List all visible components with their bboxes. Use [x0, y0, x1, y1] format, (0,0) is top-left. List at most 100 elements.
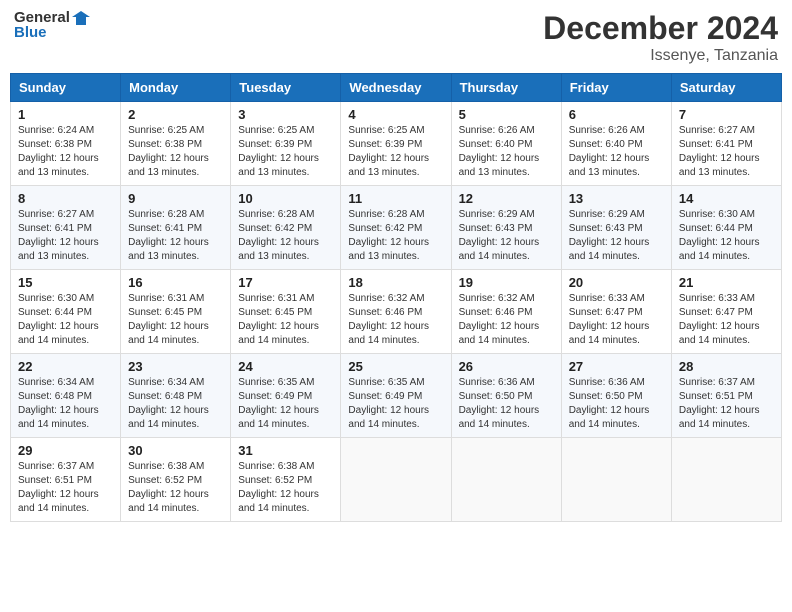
day-number: 21	[679, 275, 774, 290]
day-number: 13	[569, 191, 664, 206]
day-number: 28	[679, 359, 774, 374]
col-saturday: Saturday	[671, 74, 781, 102]
calendar-cell	[341, 438, 451, 522]
day-info: Sunrise: 6:25 AM Sunset: 6:38 PM Dayligh…	[128, 124, 223, 180]
calendar-cell: 17 Sunrise: 6:31 AM Sunset: 6:45 PM Dayl…	[231, 270, 341, 354]
calendar-cell: 10 Sunrise: 6:28 AM Sunset: 6:42 PM Dayl…	[231, 186, 341, 270]
day-number: 22	[18, 359, 113, 374]
day-info: Sunrise: 6:27 AM Sunset: 6:41 PM Dayligh…	[679, 124, 774, 180]
calendar-cell: 19 Sunrise: 6:32 AM Sunset: 6:46 PM Dayl…	[451, 270, 561, 354]
day-number: 14	[679, 191, 774, 206]
day-info: Sunrise: 6:37 AM Sunset: 6:51 PM Dayligh…	[18, 460, 113, 516]
day-number: 6	[569, 107, 664, 122]
day-number: 8	[18, 191, 113, 206]
day-number: 31	[238, 443, 333, 458]
calendar-week-row: 1 Sunrise: 6:24 AM Sunset: 6:38 PM Dayli…	[11, 102, 782, 186]
day-number: 12	[459, 191, 554, 206]
day-number: 30	[128, 443, 223, 458]
day-number: 17	[238, 275, 333, 290]
day-info: Sunrise: 6:37 AM Sunset: 6:51 PM Dayligh…	[679, 376, 774, 432]
calendar-cell: 1 Sunrise: 6:24 AM Sunset: 6:38 PM Dayli…	[11, 102, 121, 186]
calendar-cell: 11 Sunrise: 6:28 AM Sunset: 6:42 PM Dayl…	[341, 186, 451, 270]
calendar-cell: 5 Sunrise: 6:26 AM Sunset: 6:40 PM Dayli…	[451, 102, 561, 186]
day-info: Sunrise: 6:36 AM Sunset: 6:50 PM Dayligh…	[569, 376, 664, 432]
day-info: Sunrise: 6:24 AM Sunset: 6:38 PM Dayligh…	[18, 124, 113, 180]
day-info: Sunrise: 6:35 AM Sunset: 6:49 PM Dayligh…	[238, 376, 333, 432]
calendar-cell: 2 Sunrise: 6:25 AM Sunset: 6:38 PM Dayli…	[121, 102, 231, 186]
col-sunday: Sunday	[11, 74, 121, 102]
day-number: 3	[238, 107, 333, 122]
calendar-header-row: Sunday Monday Tuesday Wednesday Thursday…	[11, 74, 782, 102]
calendar-cell: 20 Sunrise: 6:33 AM Sunset: 6:47 PM Dayl…	[561, 270, 671, 354]
day-info: Sunrise: 6:38 AM Sunset: 6:52 PM Dayligh…	[128, 460, 223, 516]
day-info: Sunrise: 6:35 AM Sunset: 6:49 PM Dayligh…	[348, 376, 443, 432]
day-info: Sunrise: 6:28 AM Sunset: 6:42 PM Dayligh…	[348, 208, 443, 264]
location-title: Issenye, Tanzania	[543, 47, 778, 65]
calendar-cell: 16 Sunrise: 6:31 AM Sunset: 6:45 PM Dayl…	[121, 270, 231, 354]
day-number: 29	[18, 443, 113, 458]
day-info: Sunrise: 6:28 AM Sunset: 6:41 PM Dayligh…	[128, 208, 223, 264]
logo: General Blue	[14, 10, 90, 41]
calendar-week-row: 29 Sunrise: 6:37 AM Sunset: 6:51 PM Dayl…	[11, 438, 782, 522]
day-info: Sunrise: 6:27 AM Sunset: 6:41 PM Dayligh…	[18, 208, 113, 264]
day-info: Sunrise: 6:30 AM Sunset: 6:44 PM Dayligh…	[18, 292, 113, 348]
day-info: Sunrise: 6:31 AM Sunset: 6:45 PM Dayligh…	[238, 292, 333, 348]
page-header: General Blue December 2024 Issenye, Tanz…	[10, 10, 782, 65]
day-number: 9	[128, 191, 223, 206]
day-info: Sunrise: 6:26 AM Sunset: 6:40 PM Dayligh…	[569, 124, 664, 180]
calendar-table: Sunday Monday Tuesday Wednesday Thursday…	[10, 73, 782, 522]
logo-bird-icon	[72, 11, 90, 25]
calendar-cell: 21 Sunrise: 6:33 AM Sunset: 6:47 PM Dayl…	[671, 270, 781, 354]
day-info: Sunrise: 6:25 AM Sunset: 6:39 PM Dayligh…	[348, 124, 443, 180]
day-number: 20	[569, 275, 664, 290]
col-wednesday: Wednesday	[341, 74, 451, 102]
calendar-cell	[561, 438, 671, 522]
day-info: Sunrise: 6:26 AM Sunset: 6:40 PM Dayligh…	[459, 124, 554, 180]
day-number: 4	[348, 107, 443, 122]
calendar-cell: 6 Sunrise: 6:26 AM Sunset: 6:40 PM Dayli…	[561, 102, 671, 186]
day-info: Sunrise: 6:34 AM Sunset: 6:48 PM Dayligh…	[18, 376, 113, 432]
day-number: 2	[128, 107, 223, 122]
day-info: Sunrise: 6:30 AM Sunset: 6:44 PM Dayligh…	[679, 208, 774, 264]
calendar-cell: 30 Sunrise: 6:38 AM Sunset: 6:52 PM Dayl…	[121, 438, 231, 522]
day-info: Sunrise: 6:31 AM Sunset: 6:45 PM Dayligh…	[128, 292, 223, 348]
calendar-cell: 3 Sunrise: 6:25 AM Sunset: 6:39 PM Dayli…	[231, 102, 341, 186]
day-info: Sunrise: 6:32 AM Sunset: 6:46 PM Dayligh…	[348, 292, 443, 348]
day-number: 18	[348, 275, 443, 290]
calendar-week-row: 8 Sunrise: 6:27 AM Sunset: 6:41 PM Dayli…	[11, 186, 782, 270]
calendar-cell	[451, 438, 561, 522]
calendar-cell: 25 Sunrise: 6:35 AM Sunset: 6:49 PM Dayl…	[341, 354, 451, 438]
day-info: Sunrise: 6:33 AM Sunset: 6:47 PM Dayligh…	[569, 292, 664, 348]
day-info: Sunrise: 6:34 AM Sunset: 6:48 PM Dayligh…	[128, 376, 223, 432]
day-info: Sunrise: 6:36 AM Sunset: 6:50 PM Dayligh…	[459, 376, 554, 432]
calendar-cell	[671, 438, 781, 522]
day-info: Sunrise: 6:28 AM Sunset: 6:42 PM Dayligh…	[238, 208, 333, 264]
calendar-cell: 15 Sunrise: 6:30 AM Sunset: 6:44 PM Dayl…	[11, 270, 121, 354]
calendar-cell: 26 Sunrise: 6:36 AM Sunset: 6:50 PM Dayl…	[451, 354, 561, 438]
day-info: Sunrise: 6:38 AM Sunset: 6:52 PM Dayligh…	[238, 460, 333, 516]
calendar-cell: 13 Sunrise: 6:29 AM Sunset: 6:43 PM Dayl…	[561, 186, 671, 270]
day-info: Sunrise: 6:33 AM Sunset: 6:47 PM Dayligh…	[679, 292, 774, 348]
col-monday: Monday	[121, 74, 231, 102]
calendar-cell: 24 Sunrise: 6:35 AM Sunset: 6:49 PM Dayl…	[231, 354, 341, 438]
day-number: 25	[348, 359, 443, 374]
calendar-cell: 12 Sunrise: 6:29 AM Sunset: 6:43 PM Dayl…	[451, 186, 561, 270]
day-info: Sunrise: 6:29 AM Sunset: 6:43 PM Dayligh…	[569, 208, 664, 264]
calendar-week-row: 22 Sunrise: 6:34 AM Sunset: 6:48 PM Dayl…	[11, 354, 782, 438]
col-friday: Friday	[561, 74, 671, 102]
day-number: 26	[459, 359, 554, 374]
logo-blue: Blue	[14, 25, 90, 42]
day-info: Sunrise: 6:25 AM Sunset: 6:39 PM Dayligh…	[238, 124, 333, 180]
calendar-cell: 8 Sunrise: 6:27 AM Sunset: 6:41 PM Dayli…	[11, 186, 121, 270]
day-info: Sunrise: 6:29 AM Sunset: 6:43 PM Dayligh…	[459, 208, 554, 264]
day-number: 24	[238, 359, 333, 374]
calendar-cell: 4 Sunrise: 6:25 AM Sunset: 6:39 PM Dayli…	[341, 102, 451, 186]
title-block: December 2024 Issenye, Tanzania	[543, 10, 778, 65]
day-number: 10	[238, 191, 333, 206]
day-number: 15	[18, 275, 113, 290]
day-number: 27	[569, 359, 664, 374]
calendar-cell: 18 Sunrise: 6:32 AM Sunset: 6:46 PM Dayl…	[341, 270, 451, 354]
calendar-cell: 29 Sunrise: 6:37 AM Sunset: 6:51 PM Dayl…	[11, 438, 121, 522]
calendar-cell: 22 Sunrise: 6:34 AM Sunset: 6:48 PM Dayl…	[11, 354, 121, 438]
day-number: 5	[459, 107, 554, 122]
